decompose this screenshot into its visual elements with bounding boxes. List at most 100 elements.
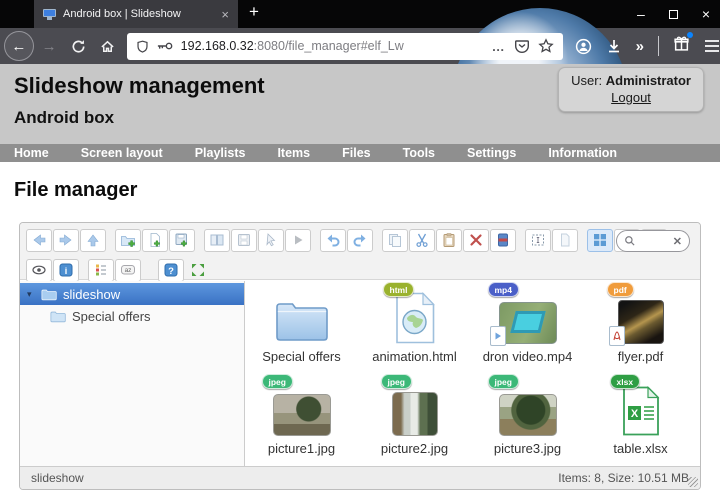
folder-tree: ▾ slideshow Special offers <box>20 281 245 466</box>
hamburger-menu-icon[interactable] <box>704 39 720 53</box>
fm-open-button[interactable] <box>204 228 230 252</box>
fm-preview-button[interactable] <box>285 228 311 252</box>
fm-up-button[interactable] <box>80 228 106 252</box>
fm-undo-button[interactable] <box>320 228 346 252</box>
nav-item-screen-layout[interactable]: Screen layout <box>81 146 163 160</box>
fm-sort-button[interactable] <box>88 258 114 282</box>
fm-cut-button[interactable] <box>409 228 435 252</box>
fm-new-file-button[interactable] <box>142 228 168 252</box>
file-tile-picture2[interactable]: jpeg picture2.jpg <box>360 374 470 466</box>
fm-fullscreen-button[interactable] <box>185 259 211 282</box>
user-box: User: Administrator Logout <box>558 67 704 112</box>
fm-save-button[interactable] <box>231 228 257 252</box>
scissors-icon <box>416 233 428 248</box>
fm-view-icons-button[interactable] <box>587 228 613 252</box>
fm-help-button[interactable]: ? <box>158 258 184 282</box>
window-close-button[interactable]: × <box>702 7 710 21</box>
browser-tab[interactable]: Android box | Slideshow × <box>34 0 238 28</box>
page-actions-icon[interactable]: … <box>492 39 506 54</box>
tree-item-slideshow[interactable]: ▾ slideshow <box>20 283 244 305</box>
nav-item-playlists[interactable]: Playlists <box>195 146 246 160</box>
fm-status-bar: slideshow Items: 8, Size: 10.51 MB <box>20 466 700 489</box>
notification-dot <box>687 32 693 38</box>
folder-icon <box>275 303 328 341</box>
html-file-icon <box>395 292 435 344</box>
copy-icon <box>389 234 401 247</box>
url-bar[interactable]: 192.168.0.32:8080/file_manager#elf_Lw … <box>126 32 563 60</box>
whats-new-gift-button[interactable] <box>673 32 693 57</box>
svg-text:az: az <box>125 267 132 274</box>
file-tile-picture1[interactable]: jpeg picture1.jpg <box>247 374 357 466</box>
fm-pointer-button[interactable] <box>258 228 284 252</box>
fm-info-button[interactable]: i <box>53 258 79 282</box>
forward-button[interactable]: → <box>42 38 57 55</box>
user-name: Administrator <box>605 73 691 88</box>
overflow-menu-icon[interactable]: » <box>636 38 644 55</box>
nav-item-files[interactable]: Files <box>342 146 371 160</box>
fm-new-folder-button[interactable] <box>115 228 141 252</box>
new-file-icon <box>150 233 160 247</box>
new-tab-button[interactable]: + <box>249 2 259 22</box>
account-icon[interactable] <box>575 38 592 55</box>
file-tile-video[interactable]: mp4 dron video.mp4 <box>473 282 583 374</box>
back-button[interactable]: ← <box>4 31 34 61</box>
pointer-icon <box>266 233 276 247</box>
bookmark-star-icon[interactable] <box>537 38 554 54</box>
nav-item-tools[interactable]: Tools <box>403 146 435 160</box>
fm-redo-button[interactable] <box>347 228 373 252</box>
sort-icon <box>96 264 106 276</box>
key-icon <box>157 42 173 50</box>
file-name: dron video.mp4 <box>482 349 573 364</box>
upload-icon <box>175 233 187 247</box>
window-minimize-button[interactable]: – <box>637 7 645 21</box>
reload-icon <box>72 39 85 53</box>
pocket-icon[interactable] <box>514 38 530 54</box>
tree-expander-icon[interactable]: ▾ <box>27 289 35 300</box>
fm-search-box[interactable]: ✕ <box>616 230 690 252</box>
file-name: picture1.jpg <box>267 441 336 456</box>
svg-text:X: X <box>630 408 638 420</box>
fm-copy-button[interactable] <box>382 228 408 252</box>
file-tile-pdf[interactable]: pdf flyer.pdf <box>586 282 696 374</box>
home-icon <box>101 40 114 52</box>
reload-button[interactable] <box>71 39 86 54</box>
nav-item-items[interactable]: Items <box>277 146 310 160</box>
fm-delete-button[interactable] <box>463 228 489 252</box>
redo-icon <box>353 234 366 247</box>
home-button[interactable] <box>100 39 115 54</box>
fm-toggle-hidden-button[interactable] <box>26 258 52 282</box>
file-type-badge: pdf <box>606 282 634 297</box>
fm-forward-button[interactable] <box>53 228 79 252</box>
file-tile-xlsx[interactable]: X xlsx table.xlsx <box>586 374 696 466</box>
undo-icon <box>327 234 340 247</box>
tab-close-icon[interactable]: × <box>221 8 229 21</box>
window-maximize-button[interactable] <box>668 7 678 21</box>
logout-link[interactable]: Logout <box>611 90 651 105</box>
main-nav: Home Screen layout Playlists Items Files… <box>0 144 720 162</box>
tree-item-label: slideshow <box>63 286 121 302</box>
file-type-badge: html <box>382 282 415 297</box>
video-file-mini-icon <box>489 326 506 346</box>
download-icon[interactable] <box>606 38 622 54</box>
file-tile-folder[interactable]: Special offers <box>247 282 357 374</box>
nav-item-settings[interactable]: Settings <box>467 146 516 160</box>
fm-upload-button[interactable] <box>169 228 195 252</box>
url-text[interactable]: 192.168.0.32:8080/file_manager#elf_Lw <box>181 39 484 53</box>
tree-item-special-offers[interactable]: Special offers <box>20 305 244 327</box>
file-tile-html[interactable]: html animation.html <box>360 282 470 374</box>
file-tile-picture3[interactable]: jpeg picture3.jpg <box>473 374 583 466</box>
resize-grip[interactable] <box>688 477 698 487</box>
file-name: table.xlsx <box>613 441 668 456</box>
fm-back-button[interactable] <box>26 228 52 252</box>
nav-item-information[interactable]: Information <box>548 146 617 160</box>
fm-workspace: ▾ slideshow Special offers Special offer… <box>20 281 700 466</box>
up-icon <box>87 234 99 247</box>
search-clear-icon[interactable]: ✕ <box>673 235 682 248</box>
url-host: 192.168.0.32 <box>180 39 254 53</box>
nav-item-home[interactable]: Home <box>14 146 49 160</box>
fm-paste-button[interactable] <box>436 228 462 252</box>
fm-select-none-button[interactable] <box>552 228 578 252</box>
fm-select-all-button[interactable] <box>525 228 551 252</box>
fm-sort-name-button[interactable]: az <box>115 258 141 282</box>
fm-remove-button[interactable] <box>490 228 516 252</box>
